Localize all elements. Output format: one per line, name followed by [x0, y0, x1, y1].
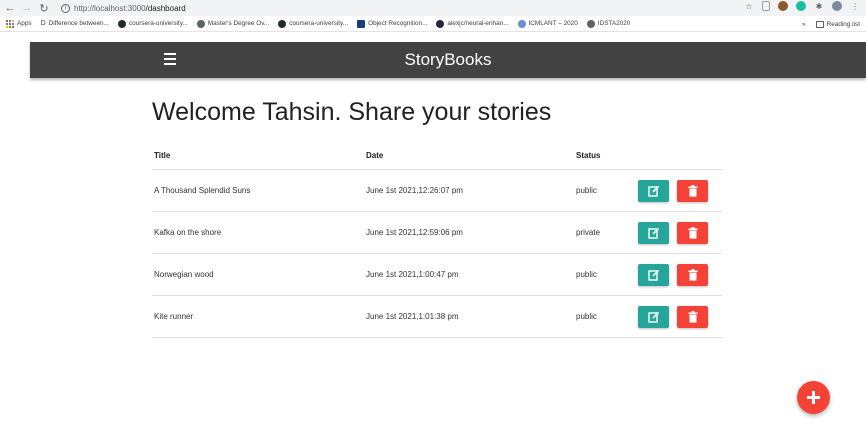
url-host: http://localhost:3000	[74, 3, 146, 13]
story-status: public	[576, 312, 597, 321]
row-actions	[638, 305, 708, 328]
reload-icon[interactable]: ↻	[37, 1, 51, 15]
ieee-icon	[357, 19, 366, 28]
globe-icon	[196, 19, 205, 28]
story-date: June 1st 2021,12:26:07 pm	[366, 186, 463, 195]
add-story-fab[interactable]	[797, 381, 830, 414]
table-row: Norwegian wood June 1st 2021,1:00:47 pm …	[152, 254, 722, 296]
url-path: /dashboard	[145, 3, 186, 13]
trash-icon	[688, 184, 697, 197]
shield-extension-icon[interactable]	[762, 1, 770, 11]
bookmark-coursera-university-1[interactable]: coursera-university...	[117, 19, 188, 28]
edit-icon	[647, 311, 659, 323]
story-status: public	[576, 270, 597, 279]
column-header-date: Date	[366, 151, 384, 160]
reading-list-icon	[815, 20, 824, 28]
row-actions	[638, 221, 708, 244]
edit-icon	[647, 185, 659, 197]
apps-grid-icon	[6, 19, 14, 28]
bookmarks-bar: Apps D Difference between... coursera-uni…	[0, 16, 866, 32]
column-header-status: Status	[576, 151, 601, 160]
plus-icon	[807, 391, 820, 404]
edit-button[interactable]	[638, 263, 669, 286]
address-bar[interactable]: http://localhost:3000/dashboard	[74, 4, 186, 13]
delete-button[interactable]	[677, 263, 708, 286]
reading-list-button[interactable]: Reading list	[815, 20, 860, 28]
page-title: Welcome Tahsin. Share your stories	[152, 98, 552, 126]
bookmark-object-recognition[interactable]: Object Recognition...	[357, 19, 427, 28]
delete-button[interactable]	[677, 305, 708, 328]
stories-table: Title Date Status A Thousand Splendid Su…	[152, 142, 722, 338]
trash-icon	[688, 310, 697, 323]
story-status: private	[576, 228, 601, 237]
cookie-extension-icon[interactable]	[778, 1, 788, 11]
bookmark-idsta[interactable]: IDSTA2020	[586, 19, 630, 28]
story-date: June 1st 2021,1:00:47 pm	[366, 270, 459, 279]
story-title[interactable]: A Thousand Splendid Suns	[152, 186, 366, 195]
table-row: Kite runner June 1st 2021,1:01:38 pm pub…	[152, 296, 722, 338]
github-icon	[278, 19, 287, 28]
row-actions	[638, 263, 708, 286]
github-icon	[436, 19, 445, 28]
grammarly-extension-icon[interactable]	[796, 1, 806, 11]
star-bookmark-icon[interactable]: ☆	[744, 1, 754, 11]
edit-icon	[647, 269, 659, 281]
trash-icon	[688, 226, 697, 239]
delete-button[interactable]	[677, 221, 708, 244]
bookmark-neural-enhance[interactable]: alexjc/neural-enhan...	[436, 19, 509, 28]
more-bookmarks-chevron[interactable]: »	[802, 21, 806, 28]
hamburger-menu-icon[interactable]	[164, 53, 176, 65]
kebab-menu-icon[interactable]: ⋮	[850, 1, 860, 11]
bookmark-icmlant[interactable]: ICMLANT – 2020	[517, 19, 578, 28]
extension-icons: ☆ ✱ ⋮	[744, 1, 860, 11]
puzzle-extensions-icon[interactable]: ✱	[814, 1, 824, 11]
github-icon	[117, 19, 126, 28]
d-site-icon: D	[40, 19, 46, 27]
row-actions	[638, 179, 708, 202]
table-row: A Thousand Splendid Suns June 1st 2021,1…	[152, 170, 722, 212]
edit-button[interactable]	[638, 221, 669, 244]
table-row: Kafka on the shore June 1st 2021,12:59:0…	[152, 212, 722, 254]
story-title[interactable]: Norwegian wood	[152, 270, 366, 279]
trash-icon	[688, 268, 697, 281]
edit-button[interactable]	[638, 179, 669, 202]
bookmark-difference-between[interactable]: D Difference between...	[41, 20, 109, 28]
delete-button[interactable]	[677, 179, 708, 202]
app-navbar: StoryBooks	[30, 42, 866, 78]
story-date: June 1st 2021,12:59:06 pm	[366, 228, 463, 237]
profile-avatar-icon[interactable]	[832, 1, 842, 11]
story-title[interactable]: Kite runner	[152, 312, 366, 321]
forward-arrow-icon[interactable]: →	[20, 1, 34, 15]
browser-toolbar: ← → ↻ i http://localhost:3000/dashboard …	[0, 0, 866, 16]
bookmark-masters-degree[interactable]: Master's Degree Ov...	[196, 19, 269, 28]
globe-icon	[586, 19, 595, 28]
conference-icon	[517, 19, 526, 28]
story-title[interactable]: Kafka on the shore	[152, 228, 366, 237]
story-date: June 1st 2021,1:01:38 pm	[366, 312, 459, 321]
edit-button[interactable]	[638, 305, 669, 328]
back-arrow-icon[interactable]: ←	[3, 1, 17, 15]
bookmark-coursera-university-2[interactable]: coursera-university...	[278, 19, 348, 28]
edit-icon	[647, 227, 659, 239]
brand-logo[interactable]: StoryBooks	[30, 42, 866, 78]
bookmarks-right: » Reading list	[802, 16, 860, 32]
bookmark-apps[interactable]: Apps	[17, 20, 32, 27]
site-info-icon[interactable]: i	[61, 3, 70, 13]
story-status: public	[576, 186, 597, 195]
column-header-title: Title	[154, 151, 171, 160]
table-header: Title Date Status	[152, 142, 722, 170]
